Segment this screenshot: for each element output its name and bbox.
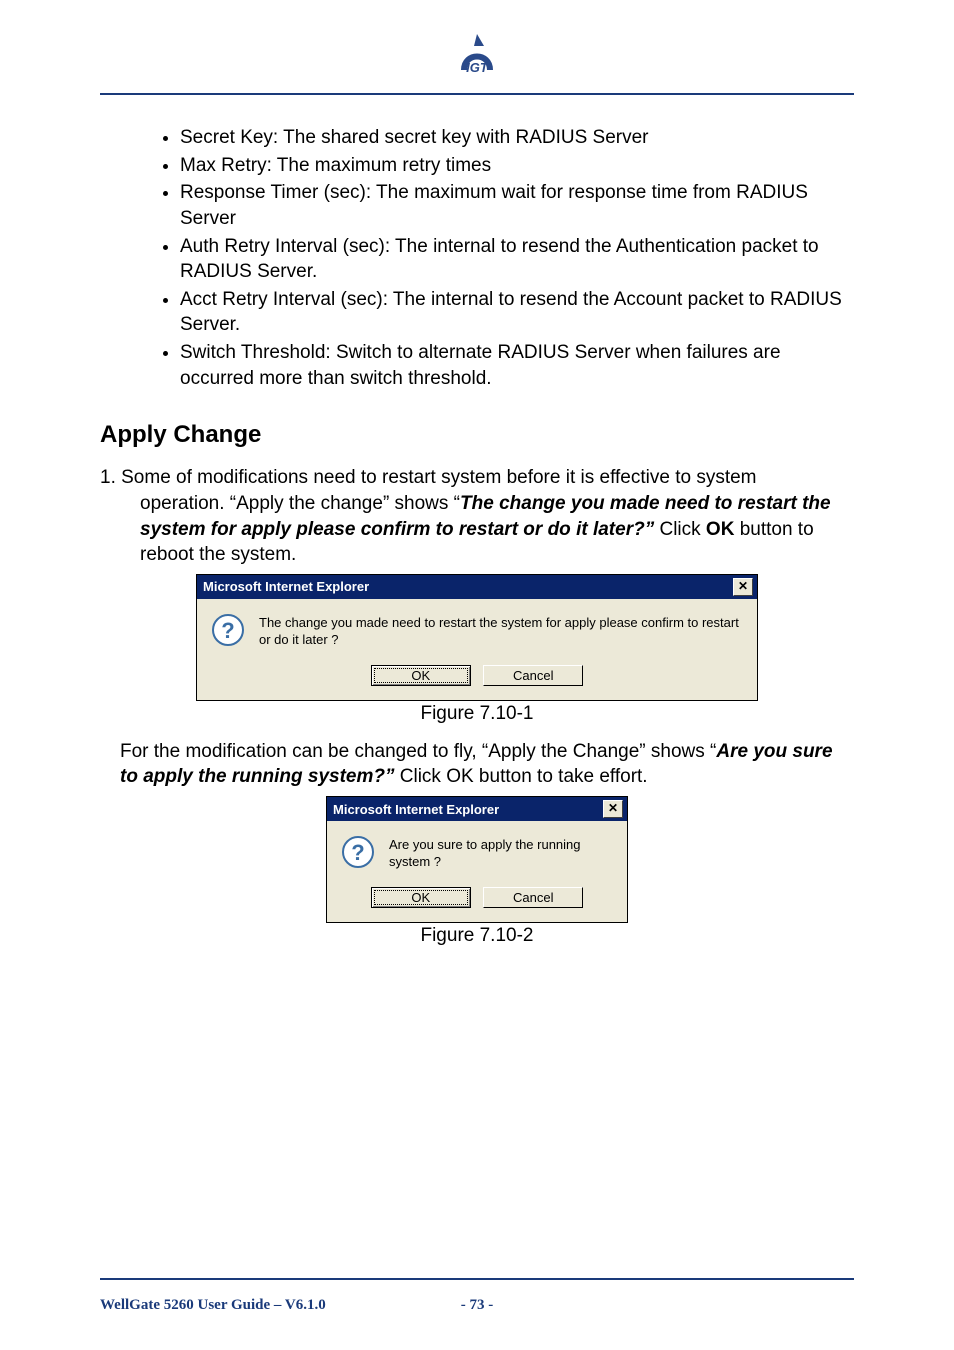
text-run: 1. Some of modifications need to restart… bbox=[100, 467, 757, 488]
list-item: Auth Retry Interval (sec): The internal … bbox=[180, 234, 854, 285]
page-number: - 73 - bbox=[461, 1297, 494, 1314]
ok-button[interactable]: OK bbox=[371, 887, 471, 908]
cancel-button[interactable]: Cancel bbox=[483, 665, 583, 686]
feature-bullet-list: Secret Key: The shared secret key with R… bbox=[160, 125, 854, 391]
list-item: Secret Key: The shared secret key with R… bbox=[180, 125, 854, 151]
ok-button[interactable]: OK bbox=[371, 665, 471, 686]
paragraph-step-1: 1. Some of modifications need to restart… bbox=[100, 465, 854, 568]
header-divider bbox=[100, 93, 854, 95]
paragraph-apply-fly: For the modification can be changed to f… bbox=[120, 739, 844, 790]
text-run: operation. “Apply the change” shows “ bbox=[140, 493, 460, 514]
close-icon[interactable]: ✕ bbox=[603, 800, 623, 818]
close-icon[interactable]: ✕ bbox=[733, 578, 753, 596]
question-icon: ? bbox=[341, 835, 375, 869]
question-icon: ? bbox=[211, 613, 245, 647]
svg-text:IGT: IGT bbox=[466, 60, 489, 75]
list-item: Max Retry: The maximum retry times bbox=[180, 153, 854, 179]
footer-title: WellGate 5260 User Guide – V6.1.0 bbox=[100, 1297, 326, 1313]
svg-text:?: ? bbox=[221, 618, 234, 643]
dialog-title: Microsoft Internet Explorer bbox=[203, 579, 369, 594]
text-bold: OK bbox=[706, 519, 735, 540]
figure-caption: Figure 7.10-1 bbox=[100, 703, 854, 725]
list-item: Acct Retry Interval (sec): The internal … bbox=[180, 287, 854, 338]
footer-divider bbox=[100, 1278, 854, 1280]
dialog-titlebar: Microsoft Internet Explorer ✕ bbox=[197, 575, 757, 599]
section-heading: Apply Change bbox=[100, 421, 854, 449]
dialog-titlebar: Microsoft Internet Explorer ✕ bbox=[327, 797, 627, 821]
svg-text:?: ? bbox=[351, 840, 364, 865]
cancel-button[interactable]: Cancel bbox=[483, 887, 583, 908]
dialog-message: Are you sure to apply the running system… bbox=[389, 835, 611, 871]
dialog-message: The change you made need to restart the … bbox=[259, 613, 741, 649]
text-run: Click OK button to take effort. bbox=[394, 766, 647, 787]
dialog-restart-confirm: Microsoft Internet Explorer ✕ ? The chan… bbox=[196, 574, 758, 701]
page-footer: WellGate 5260 User Guide – V6.1.0 - 73 - bbox=[100, 1297, 854, 1314]
list-item: Response Timer (sec): The maximum wait f… bbox=[180, 180, 854, 231]
header-logo: IGT bbox=[100, 0, 854, 85]
text-run: Click bbox=[654, 519, 706, 540]
dialog-title: Microsoft Internet Explorer bbox=[333, 802, 499, 817]
dialog-apply-confirm: Microsoft Internet Explorer ✕ ? Are you … bbox=[326, 796, 628, 923]
list-item: Switch Threshold: Switch to alternate RA… bbox=[180, 340, 854, 391]
text-run: For the modification can be changed to f… bbox=[120, 741, 716, 762]
figure-caption: Figure 7.10-2 bbox=[100, 925, 854, 947]
